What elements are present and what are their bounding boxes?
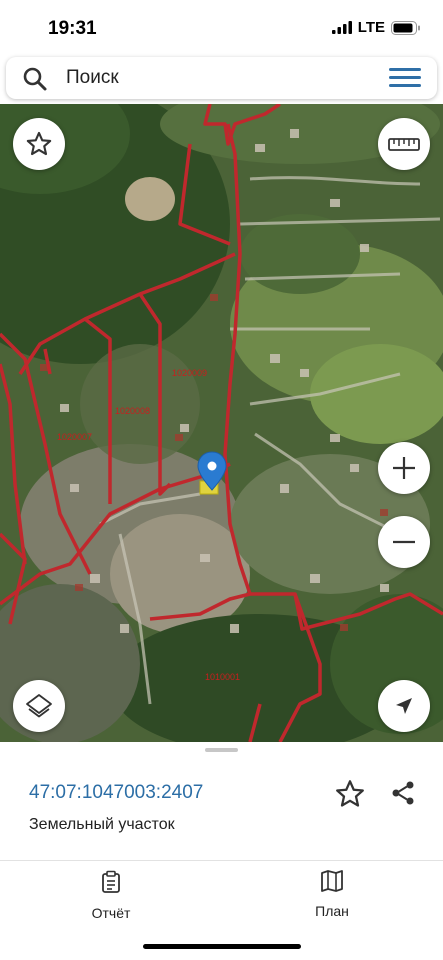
tab-report-label: Отчёт xyxy=(91,905,131,921)
tab-plan[interactable]: План xyxy=(282,870,382,919)
map-view[interactable]: 1020009 1020008 1020007 1010001 xyxy=(0,104,443,742)
share-icon[interactable] xyxy=(389,779,417,807)
tab-report[interactable]: Отчёт xyxy=(61,870,161,921)
search-icon xyxy=(23,67,47,91)
search-input[interactable]: Поиск xyxy=(66,67,119,89)
ruler-button[interactable] xyxy=(378,118,430,170)
layers-icon xyxy=(26,694,52,718)
satellite-map[interactable]: 1020009 1020008 1020007 1010001 xyxy=(0,104,443,742)
parcel-label-1020009: 1020009 xyxy=(172,368,207,378)
signal-icon xyxy=(331,21,352,34)
parcel-label-1020007: 1020007 xyxy=(57,432,92,442)
search-bar[interactable]: Поиск xyxy=(6,57,437,99)
object-type: Земельный участок xyxy=(29,816,175,833)
cadastral-number[interactable]: 47:07:1047003:2407 xyxy=(29,782,203,804)
network-type: LTE xyxy=(357,19,385,36)
status-indicators: LTE xyxy=(331,19,421,36)
my-location-button[interactable] xyxy=(378,680,430,732)
plan-map-icon xyxy=(321,870,343,892)
favorite-map-button[interactable] xyxy=(13,118,65,170)
zoom-in-button[interactable] xyxy=(378,442,430,494)
zoom-out-icon xyxy=(393,540,415,544)
report-icon xyxy=(102,870,120,893)
zoom-out-button[interactable] xyxy=(378,516,430,568)
sheet-divider xyxy=(0,860,443,861)
layers-button[interactable] xyxy=(13,680,65,732)
home-indicator[interactable] xyxy=(143,944,301,949)
menu-icon[interactable] xyxy=(389,68,421,88)
location-arrow-icon xyxy=(396,698,412,714)
ruler-icon xyxy=(388,138,420,151)
parcel-label-1010001: 1010001 xyxy=(205,672,240,682)
parcel-info-sheet[interactable]: 47:07:1047003:2407 Земельный участок Отч… xyxy=(0,742,443,960)
favorite-star-icon[interactable] xyxy=(334,778,366,810)
status-time: 19:31 xyxy=(48,18,97,39)
parcel-label-1020008: 1020008 xyxy=(115,406,150,416)
zoom-in-icon xyxy=(393,457,415,479)
status-bar: 19:31 LTE xyxy=(0,0,443,56)
sheet-drag-handle[interactable] xyxy=(205,748,238,752)
star-icon xyxy=(26,131,52,156)
tab-plan-label: План xyxy=(315,903,349,919)
battery-icon xyxy=(391,20,420,35)
